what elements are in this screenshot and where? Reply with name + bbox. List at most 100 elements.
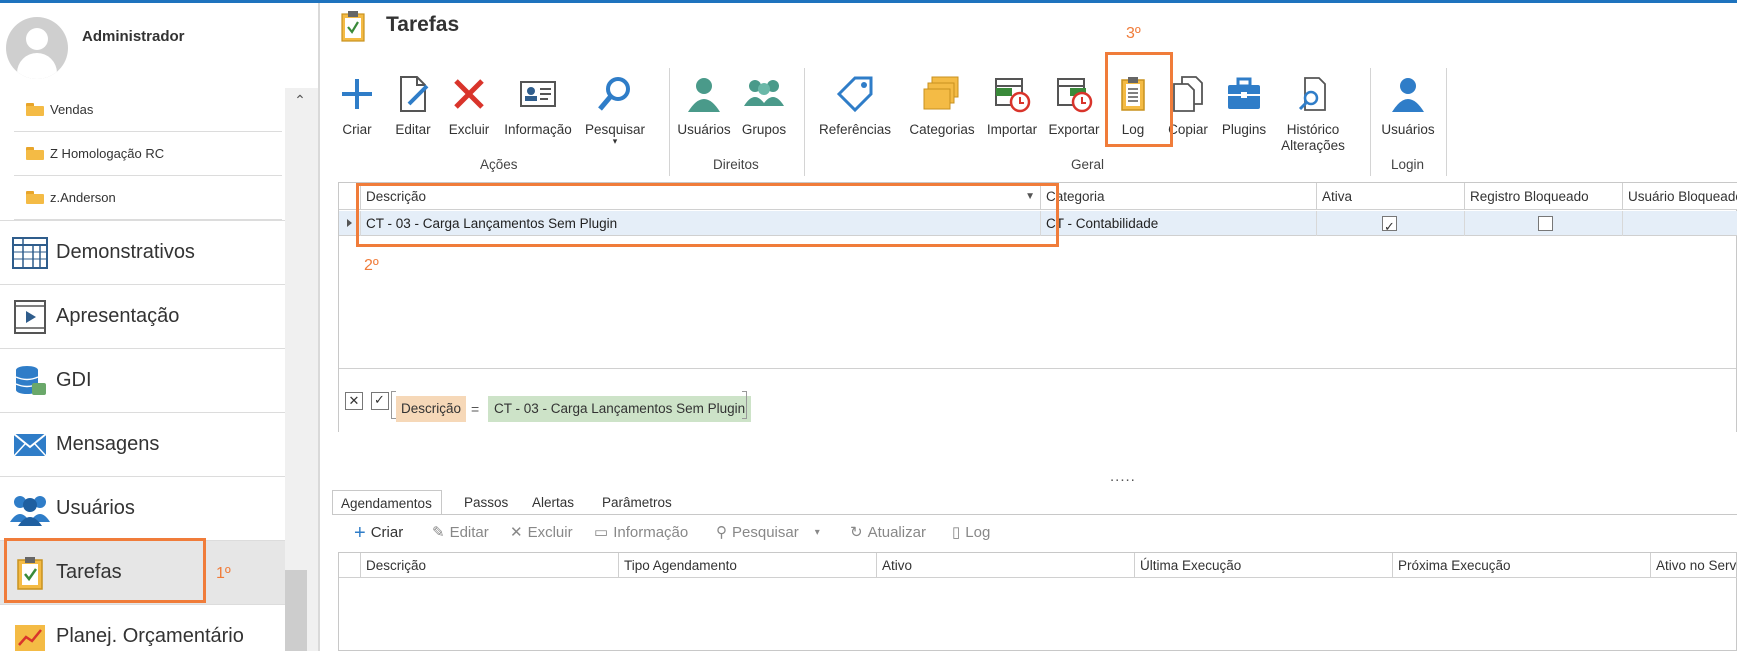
folder-icon [26,103,44,116]
annotation-box-1 [4,538,206,603]
sub-log-label: Log [965,524,991,541]
avatar[interactable] [6,17,68,79]
column-header-tipo-agendamento[interactable]: Tipo Agendamento [619,553,877,578]
cell-ativa[interactable] [1317,211,1465,239]
sub-pesquisar-label: Pesquisar [732,524,799,541]
id-card-icon [520,81,556,107]
briefcase-icon [1228,77,1260,109]
nav-item-demonstrativos[interactable]: Demonstrativos [0,220,285,284]
registro-bloqueado-checkbox[interactable] [1538,216,1553,231]
cell-registro-bloqueado[interactable] [1465,211,1623,236]
column-header-registro-bloqueado[interactable]: Registro Bloqueado [1465,183,1623,210]
user-area: Administrador [0,3,318,89]
column-header-ultima-execucao[interactable]: Última Execução [1135,553,1393,578]
sub-editar-button[interactable]: ✎ Editar [432,520,489,546]
importar-button[interactable]: Importar [982,68,1042,168]
column-header-proxima-execucao[interactable]: Próxima Execução [1393,553,1651,578]
ribbon-separator [1370,68,1371,176]
nav-item-gdi[interactable]: GDI [0,348,285,412]
nav-label: GDI [56,369,92,391]
tree-item-vendas[interactable]: Vendas [14,88,282,132]
direitos-usuarios-button[interactable]: Usuários [674,68,734,168]
column-header-descricao[interactable]: Descrição [361,553,619,578]
grupos-button[interactable]: Grupos [736,68,792,168]
column-header-label: Usuário Bloqueado [1628,189,1737,204]
clear-filter-close-icon[interactable]: ✕ [345,392,363,410]
annotation-label-3: 3º [1126,25,1141,42]
enable-filter-checkbox[interactable] [371,392,389,410]
informacao-label: Informação [504,122,572,137]
folder-icon [26,147,44,160]
clipboard-check-icon [340,10,366,42]
exportar-button[interactable]: Exportar [1044,68,1104,168]
user-icon [1392,78,1424,112]
column-header-ativa[interactable]: Ativa [1317,183,1465,210]
filter-value[interactable]: CT - 03 - Carga Lançamentos Sem Plugin [488,396,752,422]
sub-criar-button[interactable]: + Criar [354,520,403,546]
tab-alertas[interactable]: Alertas [524,490,582,515]
folder-icon [26,191,44,204]
criar-button[interactable]: Criar [330,68,384,168]
table-chart-icon [10,233,50,273]
column-header-label: Ativa [1322,189,1353,204]
pesquisar-button[interactable]: Pesquisar ▾ [582,68,648,168]
tag-icon [836,76,873,113]
filter-field[interactable]: Descrição [396,396,467,422]
informacao-button[interactable]: Informação [500,68,576,168]
delete-x-icon: ✕ [510,524,523,541]
filter-operator[interactable]: = [471,396,479,422]
import-calendar-icon [995,78,1031,113]
login-usuarios-button[interactable]: Usuários [1376,68,1440,168]
chevron-down-icon[interactable]: ▾ [815,520,820,546]
column-header-usuario-bloqueado[interactable]: Usuário Bloqueado [1623,183,1737,210]
cell-categoria[interactable]: CT - Contabilidade [1041,211,1317,236]
edit-icon: ✎ [432,524,445,541]
tab-parametros[interactable]: Parâmetros [594,490,680,515]
sub-informacao-button[interactable]: ▭ Informação [594,520,688,546]
sidebar-scrollbar[interactable] [285,88,318,651]
nav-item-planej-orcamentario[interactable]: Planej. Orçamentário [0,604,285,651]
row-indicator-header [339,553,361,578]
editar-button[interactable]: Editar [386,68,440,168]
referencias-label: Referências [818,122,892,137]
scrollbar-thumb[interactable] [285,570,307,651]
chevron-down-icon: ▾ [612,136,618,146]
annotation-label-2: 2º [364,257,379,274]
plugins-button[interactable]: Plugins [1216,68,1272,168]
folder-tree: Vendas Z Homologação RC z.Anderson [0,88,285,220]
column-header-ativo-no-servico[interactable]: Ativo no Servi [1651,553,1737,578]
plus-icon: + [354,522,366,544]
schedules-grid: Descrição Tipo Agendamento Ativo Última … [338,552,1737,651]
column-header-categoria[interactable]: Categoria [1041,183,1317,210]
categorias-button[interactable]: Categorias [904,68,980,168]
sub-atualizar-button[interactable]: ↻ Atualizar [850,520,926,546]
tab-agendamentos[interactable]: Agendamentos [332,490,442,515]
ribbon-separator [669,68,670,176]
alteracoes-label: Alterações [1281,138,1345,153]
sub-atualizar-label: Atualizar [867,524,926,541]
nav-label: Usuários [56,497,135,519]
cell-usuario-bloqueado[interactable] [1623,211,1737,236]
nav-item-apresentacao[interactable]: Apresentação [0,284,285,348]
tab-passos[interactable]: Passos [456,490,516,515]
scroll-up-icon[interactable]: ⌃ [290,92,310,110]
database-icon [10,361,50,401]
sub-excluir-button[interactable]: ✕ Excluir [510,520,573,546]
ribbon-separator [804,68,805,176]
sub-pesquisar-button[interactable]: ⚲ Pesquisar ▾ [716,520,820,546]
excluir-button[interactable]: Excluir [442,68,496,168]
splitter-handle[interactable]: ..... [1110,468,1136,485]
users-group-icon [744,80,784,106]
tree-item-z-anderson[interactable]: z.Anderson [14,176,282,220]
ativa-checkbox[interactable] [1382,214,1397,239]
sub-log-button[interactable]: ▯ Log [952,520,990,546]
historico-alteracoes-button[interactable]: Histórico Alterações [1278,68,1348,168]
column-header-ativo[interactable]: Ativo [877,553,1135,578]
nav-item-mensagens[interactable]: Mensagens [0,412,285,476]
user-name: Administrador [82,28,185,45]
ribbon-separator [1446,68,1447,176]
tree-item-z-homologacao[interactable]: Z Homologação RC [14,132,282,176]
exportar-label: Exportar [1048,122,1100,137]
nav-item-usuarios[interactable]: Usuários [0,476,285,540]
referencias-button[interactable]: Referências [808,68,902,168]
